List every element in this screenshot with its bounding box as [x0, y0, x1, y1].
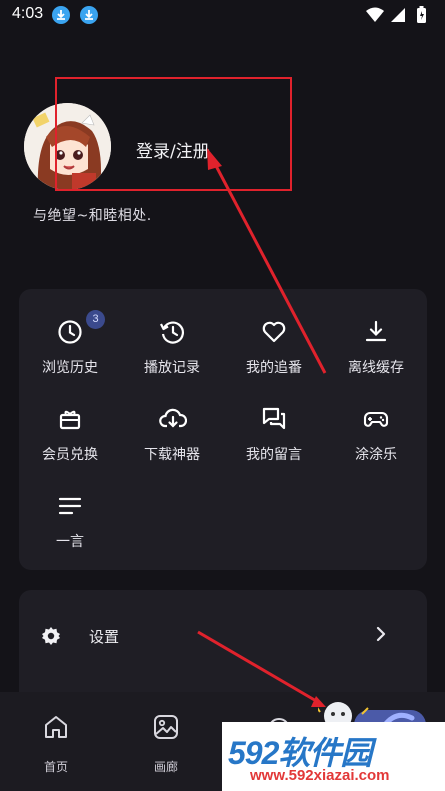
- gallery-icon: [153, 714, 179, 744]
- menu-item-play-record[interactable]: 播放记录: [121, 319, 223, 399]
- cloud-download-icon: [159, 406, 188, 432]
- status-icons: [365, 6, 435, 24]
- watermark-site: www.592xiazai.com: [250, 767, 390, 784]
- chat-icon: [261, 406, 287, 432]
- nav-item-home[interactable]: 首页: [16, 692, 96, 791]
- download-notification-icon: [80, 6, 98, 24]
- settings-label: 设置: [89, 628, 120, 646]
- menu-item-label: 我的追番: [246, 360, 302, 376]
- signal-icon: [391, 8, 405, 22]
- status-time: 4:03: [12, 5, 44, 22]
- battery-icon: [417, 6, 426, 23]
- profile-motto: 与绝望~和睦相处.: [33, 208, 152, 224]
- menu-item-label: 涂涂乐: [355, 447, 397, 463]
- chevron-right-icon: [375, 625, 387, 647]
- menu-item-label: 离线缓存: [348, 360, 404, 376]
- menu-item-my-messages[interactable]: 我的留言: [223, 406, 325, 486]
- download-icon: [363, 319, 389, 345]
- menu-item-vip-redeem[interactable]: 会员兑换: [19, 406, 121, 486]
- menu-item-label: 下载神器: [144, 447, 200, 463]
- settings-row[interactable]: 设置: [19, 616, 427, 656]
- menu-card: 3 浏览历史 播放记录 我的追番 离线缓存 会员兑换 下载神器 我的留言 涂涂乐…: [19, 289, 427, 570]
- home-icon: [43, 714, 69, 744]
- play-record-icon: [159, 319, 185, 345]
- menu-item-doodle[interactable]: 涂涂乐: [325, 406, 427, 486]
- status-bar: 4:03: [0, 0, 445, 30]
- nav-item-gallery[interactable]: 画廊: [126, 692, 206, 791]
- menu-item-browse-history[interactable]: 3 浏览历史: [19, 310, 121, 399]
- gear-icon: [41, 626, 61, 650]
- menu-item-my-follow[interactable]: 我的追番: [223, 319, 325, 399]
- menu-item-offline-cache[interactable]: 离线缓存: [325, 319, 427, 399]
- nav-label: 画廊: [153, 760, 178, 774]
- download-notification-icon: [52, 6, 70, 24]
- history-count-badge: 3: [86, 310, 105, 329]
- menu-item-label: 会员兑换: [42, 447, 98, 463]
- heart-icon: [261, 319, 287, 345]
- wifi-icon: [366, 7, 384, 22]
- menu-item-label: 播放记录: [144, 360, 200, 376]
- annotation-highlight-box: [55, 77, 292, 191]
- gamepad-icon: [363, 406, 389, 432]
- menu-item-download-tool[interactable]: 下载神器: [121, 406, 223, 486]
- gift-icon: [57, 406, 83, 432]
- menu-item-hitokoto[interactable]: 一言: [19, 493, 121, 573]
- menu-item-label: 一言: [56, 534, 84, 550]
- menu-item-label: 我的留言: [246, 447, 302, 463]
- menu-item-label: 浏览历史: [42, 360, 98, 376]
- lines-icon: [57, 493, 83, 519]
- nav-label: 首页: [43, 760, 68, 774]
- history-clock-icon: [57, 319, 83, 345]
- watermark-logo: 592软件园 www.592xiazai.com: [222, 722, 445, 791]
